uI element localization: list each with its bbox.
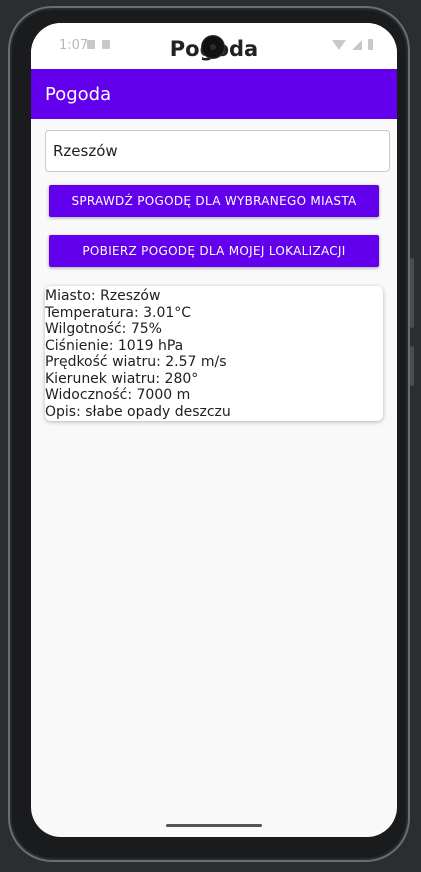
home-indicator[interactable]: [166, 824, 262, 827]
weather-city: Miasto: Rzeszów: [45, 288, 161, 304]
weather-temperature: Temperatura: 3.01°C: [45, 304, 192, 321]
weather-info-card: Miasto: Rzeszów Temperatura: 3.01°C Wilg…: [45, 286, 383, 421]
status-bar: 1:07 Pogoda: [31, 23, 397, 69]
phone-screen: 1:07 Pogoda Pogoda SPRAWDŹ POGODĘ DLA WY…: [31, 23, 397, 837]
weather-description: Opis: słabe opady deszczu: [45, 403, 231, 420]
weather-humidity: Wilgotność: 75%: [45, 321, 162, 337]
check-city-weather-button[interactable]: SPRAWDŹ POGODĘ DLA WYBRANEGO MIASTA: [49, 185, 379, 217]
app-bar: Pogoda: [31, 69, 397, 119]
weather-wind-speed: Prędkość wiatru: 2.57 m/s: [45, 354, 227, 370]
weather-pressure: Ciśnienie: 1019 hPa: [45, 337, 184, 354]
weather-wind-direction: Kierunek wiatru: 280°: [45, 370, 199, 387]
my-location-weather-button[interactable]: POBIERZ POGODĘ DLA MOJEJ LOKALIZACJI: [49, 235, 379, 267]
camera-cutout-icon: [202, 36, 224, 58]
city-input[interactable]: [45, 130, 390, 172]
power-button: [410, 346, 414, 386]
volume-button: [410, 258, 414, 328]
app-bar-title: Pogoda: [45, 84, 112, 105]
weather-visibility: Widoczność: 7000 m: [45, 387, 191, 403]
